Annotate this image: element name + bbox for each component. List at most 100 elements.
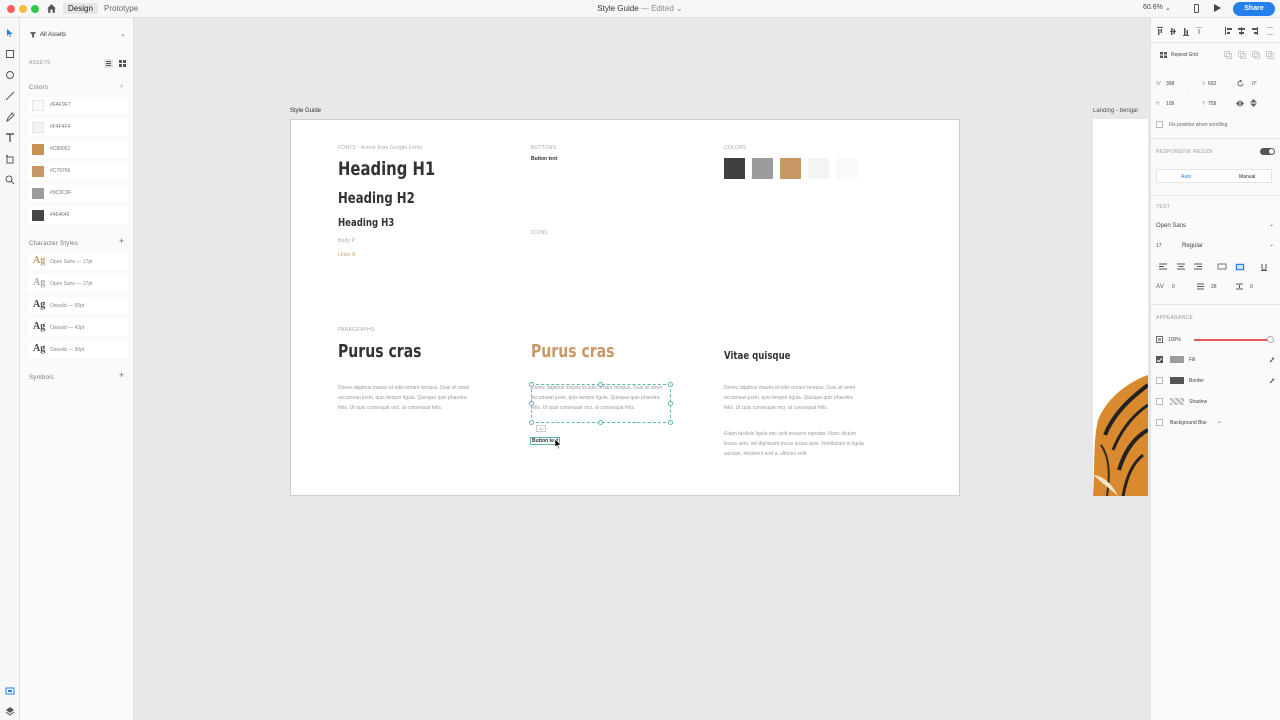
background-blur-checkbox[interactable] bbox=[1156, 419, 1163, 426]
flip-vertical-icon[interactable] bbox=[1250, 99, 1257, 107]
maximize-window-button[interactable] bbox=[31, 5, 39, 13]
resize-handle[interactable] bbox=[668, 420, 673, 425]
chevron-down-icon[interactable]: ⌄ bbox=[676, 4, 683, 13]
assets-panel-icon[interactable] bbox=[5, 683, 15, 695]
resize-handle[interactable] bbox=[668, 382, 673, 387]
chevron-down-icon[interactable]: ⌄ bbox=[1217, 418, 1222, 425]
opacity-slider-knob[interactable] bbox=[1267, 336, 1274, 343]
opacity-slider-track[interactable] bbox=[1194, 339, 1270, 341]
align-toolbar-icon[interactable] bbox=[1157, 27, 1275, 36]
chevron-down-icon[interactable]: ⌄ bbox=[1269, 241, 1274, 248]
paragraph-spacing-input[interactable]: 0 bbox=[1250, 284, 1253, 290]
list-view-icon[interactable] bbox=[104, 59, 113, 68]
auto-option[interactable]: Auto bbox=[1181, 174, 1191, 180]
zoom-tool-icon[interactable] bbox=[5, 175, 15, 185]
fill-color-swatch[interactable] bbox=[1170, 356, 1184, 363]
line-spacing-input[interactable]: 28 bbox=[1211, 284, 1217, 290]
font-weight-dropdown[interactable]: Regular bbox=[1182, 243, 1203, 249]
tiger-image[interactable] bbox=[1093, 375, 1148, 496]
manual-option[interactable]: Manual bbox=[1239, 174, 1255, 180]
color-swatch-tan[interactable] bbox=[780, 158, 801, 179]
color-asset-row[interactable]: #464646 bbox=[28, 207, 128, 224]
repeat-grid-button[interactable]: Repeat Grid bbox=[1171, 52, 1198, 58]
paragraph-text-3b[interactable]: Etiam facilisis ligula nec velit posuere… bbox=[724, 429, 864, 459]
home-icon[interactable] bbox=[46, 3, 57, 14]
text-align-icons[interactable] bbox=[1159, 263, 1271, 271]
y-input[interactable]: 759 bbox=[1208, 101, 1216, 107]
resize-handle[interactable] bbox=[529, 401, 534, 406]
color-asset-row[interactable]: #C89051 bbox=[28, 141, 128, 158]
font-size-input[interactable]: 17 bbox=[1156, 243, 1162, 249]
fix-position-checkbox[interactable] bbox=[1156, 121, 1163, 128]
character-style-row[interactable]: Ag Open Sans — 17pt bbox=[28, 253, 128, 270]
background-blur-dropdown[interactable]: Background Blur bbox=[1170, 420, 1207, 426]
chevron-down-icon[interactable]: ⌄ bbox=[1269, 221, 1274, 228]
add-color-icon[interactable]: + bbox=[119, 82, 124, 91]
eyedropper-icon[interactable] bbox=[1269, 356, 1275, 363]
selection-bounding-box[interactable] bbox=[531, 384, 671, 423]
resize-handle[interactable] bbox=[529, 382, 534, 387]
body-p-sample[interactable]: Body P bbox=[338, 238, 355, 244]
artboard-label[interactable]: Style Guide bbox=[290, 108, 321, 114]
zoom-level[interactable]: 60.6% bbox=[1143, 4, 1163, 11]
color-swatch-light[interactable] bbox=[808, 158, 829, 179]
paragraph-heading-2[interactable]: Purus cras bbox=[531, 341, 615, 362]
character-style-row[interactable]: Ag Oswald — 50pt bbox=[28, 297, 128, 314]
add-symbol-icon[interactable]: + bbox=[119, 371, 124, 380]
paragraph-heading-1[interactable]: Purus cras bbox=[338, 341, 422, 362]
links-a-sample[interactable]: Links A bbox=[338, 252, 356, 258]
zoom-chevron-icon[interactable]: ⌄ bbox=[1165, 4, 1171, 12]
heading-h3[interactable]: Heading H3 bbox=[338, 216, 394, 229]
artboard-tool-icon[interactable] bbox=[5, 154, 15, 164]
pen-tool-icon[interactable] bbox=[5, 112, 15, 122]
lock-aspect-icon[interactable]: ⁞ bbox=[1188, 88, 1190, 94]
artboard2-label[interactable]: Landing - bengal bbox=[1093, 108, 1150, 114]
character-style-row[interactable]: Ag Oswald — 30pt bbox=[28, 341, 128, 358]
resize-handle[interactable] bbox=[529, 420, 534, 425]
rectangle-tool-icon[interactable] bbox=[5, 49, 15, 59]
opacity-input[interactable]: 100% bbox=[1168, 337, 1181, 343]
character-style-row[interactable]: Ag Oswald — 42pt bbox=[28, 319, 128, 336]
rotation-input[interactable]: 0° bbox=[1252, 81, 1257, 87]
paragraph-text-3a[interactable]: Donec dapibus mauris id odio ornare temp… bbox=[724, 383, 864, 413]
color-swatch-gray[interactable] bbox=[752, 158, 773, 179]
responsive-resize-toggle[interactable] bbox=[1260, 148, 1275, 155]
ellipse-tool-icon[interactable] bbox=[5, 70, 15, 80]
color-asset-row[interactable]: #F4F4F4 bbox=[28, 119, 128, 136]
play-icon[interactable] bbox=[1214, 4, 1221, 12]
resize-handle[interactable] bbox=[598, 382, 603, 387]
layers-panel-icon[interactable] bbox=[5, 703, 15, 716]
border-color-swatch[interactable] bbox=[1170, 377, 1184, 384]
select-tool-icon[interactable] bbox=[5, 28, 15, 38]
width-input[interactable]: 398 bbox=[1166, 81, 1174, 87]
button-text-sample[interactable]: Button text bbox=[531, 156, 557, 162]
color-swatch-dark[interactable] bbox=[724, 158, 745, 179]
x-input[interactable]: 692 bbox=[1208, 81, 1216, 87]
paragraph-text-1[interactable]: Donec dapibus mauris id odio ornare temp… bbox=[338, 383, 478, 413]
heading-h1[interactable]: Heading H1 bbox=[338, 158, 435, 180]
char-spacing-input[interactable]: 0 bbox=[1172, 284, 1175, 290]
assets-filter-dropdown[interactable]: All Assets ⌄ bbox=[28, 30, 128, 42]
close-window-button[interactable] bbox=[7, 5, 15, 13]
minimize-window-button[interactable] bbox=[19, 5, 27, 13]
flip-horizontal-icon[interactable] bbox=[1236, 100, 1244, 107]
character-style-row[interactable]: Ag Open Sans — 17pt bbox=[28, 275, 128, 292]
color-asset-row[interactable]: #FAF9F7 bbox=[28, 97, 128, 114]
heading-h2[interactable]: Heading H2 bbox=[338, 189, 415, 207]
boolean-ops-icon[interactable] bbox=[1224, 51, 1274, 59]
eyedropper-icon[interactable] bbox=[1269, 377, 1275, 384]
shadow-checkbox[interactable] bbox=[1156, 398, 1163, 405]
fill-checkbox[interactable] bbox=[1156, 356, 1163, 363]
tab-prototype[interactable]: Prototype bbox=[99, 3, 143, 14]
color-asset-row[interactable]: #9C9C9F bbox=[28, 185, 128, 202]
share-button[interactable]: Share bbox=[1233, 2, 1275, 16]
shadow-color-swatch[interactable] bbox=[1170, 398, 1184, 405]
border-checkbox[interactable] bbox=[1156, 377, 1163, 384]
resize-handle[interactable] bbox=[598, 420, 603, 425]
font-family-dropdown[interactable]: Open Sans bbox=[1156, 223, 1186, 229]
line-tool-icon[interactable] bbox=[5, 91, 15, 101]
add-character-style-icon[interactable]: + bbox=[119, 237, 124, 246]
height-input[interactable]: 109 bbox=[1166, 101, 1174, 107]
color-swatch-offwhite[interactable] bbox=[836, 158, 857, 179]
resize-handle[interactable] bbox=[668, 401, 673, 406]
